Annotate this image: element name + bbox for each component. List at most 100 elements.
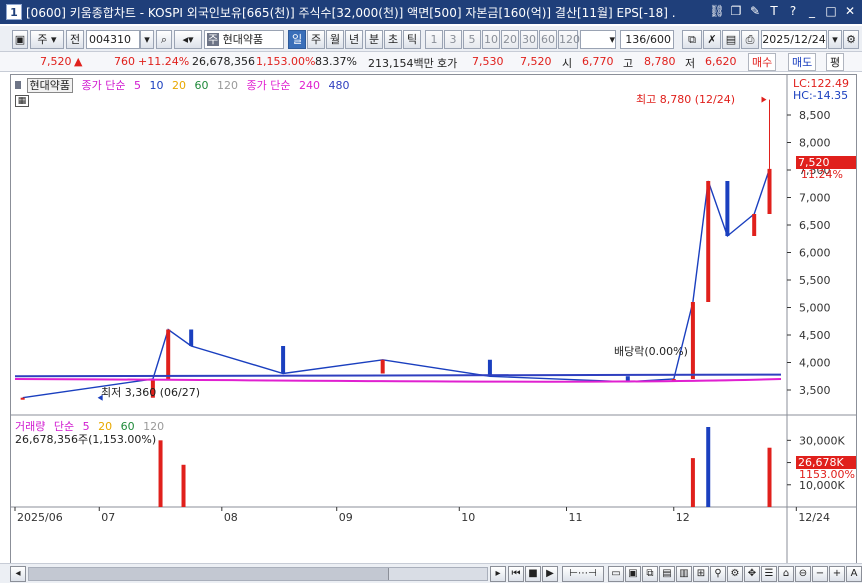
title-bar: 1 [0600] 키움종합차트 - KOSPI 외국인보유[665(천)] 주식… xyxy=(0,0,862,24)
ma5-label: 5 xyxy=(133,79,141,92)
tool-icon[interactable]: ✗ xyxy=(703,30,721,49)
scroll-right-icon[interactable]: ▸ xyxy=(490,566,506,582)
zoom-minus-icon[interactable]: − xyxy=(812,566,828,582)
price-tick-label: 8,500 xyxy=(799,109,831,122)
link-icon[interactable]: ⛓ xyxy=(709,3,725,20)
tab-day[interactable]: 일 xyxy=(288,30,306,49)
tab-month[interactable]: 월 xyxy=(326,30,344,49)
volume-bar xyxy=(158,440,163,507)
volume-tick-label: 30,000K xyxy=(799,434,845,447)
checkbox-icon[interactable]: ▣ xyxy=(12,30,28,49)
chart-area[interactable]: 3,500 4,000 4,500 5,000 5,500 6,000 6,500 7,000… xyxy=(10,74,857,573)
ma20-label: 20 xyxy=(171,79,186,92)
date-dropdown-icon[interactable]: ▾ xyxy=(828,30,842,49)
crosshair-icon[interactable]: ⧉ xyxy=(682,30,702,49)
interval-20[interactable]: 20 xyxy=(501,30,519,49)
layout2-icon[interactable]: ▣ xyxy=(625,566,641,582)
toolbar: ▣ 주 ▾ 전 004310 ▾ ⌕ ◂▾ 주 현대약품 일 주 월 년 분 초… xyxy=(0,26,862,52)
volume-bar xyxy=(181,464,186,507)
scroll-thumb[interactable] xyxy=(29,568,389,580)
layout3-icon[interactable]: ⧉ xyxy=(642,566,658,582)
window-controls: ⛓ ❐ ✎ T ? _ □ ✕ xyxy=(709,3,858,20)
time-tick-label: 12 xyxy=(676,511,690,524)
tab-second[interactable]: 초 xyxy=(384,30,402,49)
price-candle xyxy=(767,168,772,214)
help-icon[interactable]: ? xyxy=(785,3,801,20)
layout5-icon[interactable]: ▥ xyxy=(676,566,692,582)
price-tick-label: 5,500 xyxy=(799,274,831,287)
buy-button[interactable]: 매수 xyxy=(748,53,777,71)
interval-30[interactable]: 30 xyxy=(520,30,538,49)
zoom-reset-icon[interactable]: A xyxy=(846,566,862,582)
tab-tick[interactable]: 틱 xyxy=(403,30,421,49)
volume-bar xyxy=(706,427,711,507)
quote-change-rate: +11.24% xyxy=(138,55,190,68)
play-icon[interactable]: ▶ xyxy=(542,566,558,582)
interval-1[interactable]: 1 xyxy=(425,30,443,49)
up-arrow-icon: ▲ xyxy=(74,55,83,68)
price-candle xyxy=(706,181,711,302)
rewind-icon[interactable]: ⏮ xyxy=(508,566,524,582)
misc-button[interactable]: 평 xyxy=(826,53,845,71)
tool1-icon[interactable]: ⊞ xyxy=(693,566,709,582)
tab-minute[interactable]: 분 xyxy=(365,30,383,49)
layout1-icon[interactable]: ▭ xyxy=(608,566,624,582)
tool3-icon[interactable]: ⚙ xyxy=(727,566,743,582)
interval-5[interactable]: 5 xyxy=(463,30,481,49)
interval-3[interactable]: 3 xyxy=(444,30,462,49)
price-candle xyxy=(281,346,286,374)
grid-icon[interactable]: ▦ xyxy=(15,95,29,107)
tab-year[interactable]: 년 xyxy=(345,30,363,49)
restore-icon[interactable]: ❐ xyxy=(728,3,744,20)
tool5-icon[interactable]: ☰ xyxy=(761,566,777,582)
code-dropdown-icon[interactable]: ▾ xyxy=(140,30,154,49)
period-kind-select[interactable]: 주 ▾ xyxy=(30,30,64,49)
tool4-icon[interactable]: ✥ xyxy=(744,566,760,582)
quote-change: 760 xyxy=(114,55,135,68)
zoom-slider[interactable]: ⊢⋯⊣ xyxy=(562,566,604,582)
search-icon[interactable]: ⌕ xyxy=(156,30,172,49)
date-field[interactable]: 2025/12/24 xyxy=(761,30,827,49)
tool2-icon[interactable]: ⚲ xyxy=(710,566,726,582)
stock-name-field[interactable]: 주 현대약품 xyxy=(204,30,284,49)
code-input[interactable]: 004310 xyxy=(86,30,140,49)
zoom-plus-icon[interactable]: + xyxy=(829,566,845,582)
ma10-label: 10 xyxy=(149,79,164,92)
close-icon[interactable]: ✕ xyxy=(842,3,858,20)
time-tick-label: 10 xyxy=(461,511,475,524)
quote-row: 7,520 ▲ 760 +11.24% 26,678,356 1,153.00%… xyxy=(0,52,862,72)
ma480-line xyxy=(14,373,782,378)
pin-icon[interactable]: ✎ xyxy=(747,3,763,20)
count-field[interactable]: 136/600 xyxy=(620,30,674,49)
horizontal-scrollbar[interactable] xyxy=(28,567,488,581)
layout4-icon[interactable]: ▤ xyxy=(659,566,675,582)
tool6-icon[interactable]: ⌂ xyxy=(778,566,794,582)
volume-current: 26,678,356주(1,153.00%) xyxy=(15,433,157,446)
time-tick-label: 09 xyxy=(339,511,353,524)
open-label: 시 xyxy=(562,57,573,70)
time-tick-label: 07 xyxy=(101,511,115,524)
interval-60[interactable]: 60 xyxy=(539,30,557,49)
price-candle xyxy=(690,302,695,379)
font-icon[interactable]: T xyxy=(766,3,782,20)
settings-icon[interactable]: ⚙ xyxy=(843,30,859,49)
quote-volume: 26,678,356 xyxy=(192,55,255,68)
scroll-left-icon[interactable]: ◂ xyxy=(10,566,26,582)
total-button[interactable]: 전 xyxy=(66,30,84,49)
speaker-icon[interactable]: ◂▾ xyxy=(174,30,202,49)
ma480-label: 480 xyxy=(328,79,350,92)
price-candle xyxy=(189,329,194,346)
zoom-out-icon[interactable]: ⊖ xyxy=(795,566,811,582)
interval-120[interactable]: 120 xyxy=(558,30,580,49)
hc-label: HC:-14.35 xyxy=(793,89,849,102)
interval-custom-select[interactable]: ▾ xyxy=(580,30,616,49)
stop-icon[interactable]: ■ xyxy=(525,566,541,582)
minimize-icon[interactable]: _ xyxy=(804,3,820,20)
print-icon[interactable]: ⎙ xyxy=(741,30,759,49)
maximize-icon[interactable]: □ xyxy=(823,3,839,20)
tab-week[interactable]: 주 xyxy=(307,30,325,49)
sell-button[interactable]: 매도 xyxy=(788,53,817,71)
chart-svg[interactable]: 3,500 4,000 4,500 5,000 5,500 6,000 6,500 7,000… xyxy=(11,75,856,572)
interval-10[interactable]: 10 xyxy=(482,30,500,49)
save-icon[interactable]: ▤ xyxy=(722,30,740,49)
